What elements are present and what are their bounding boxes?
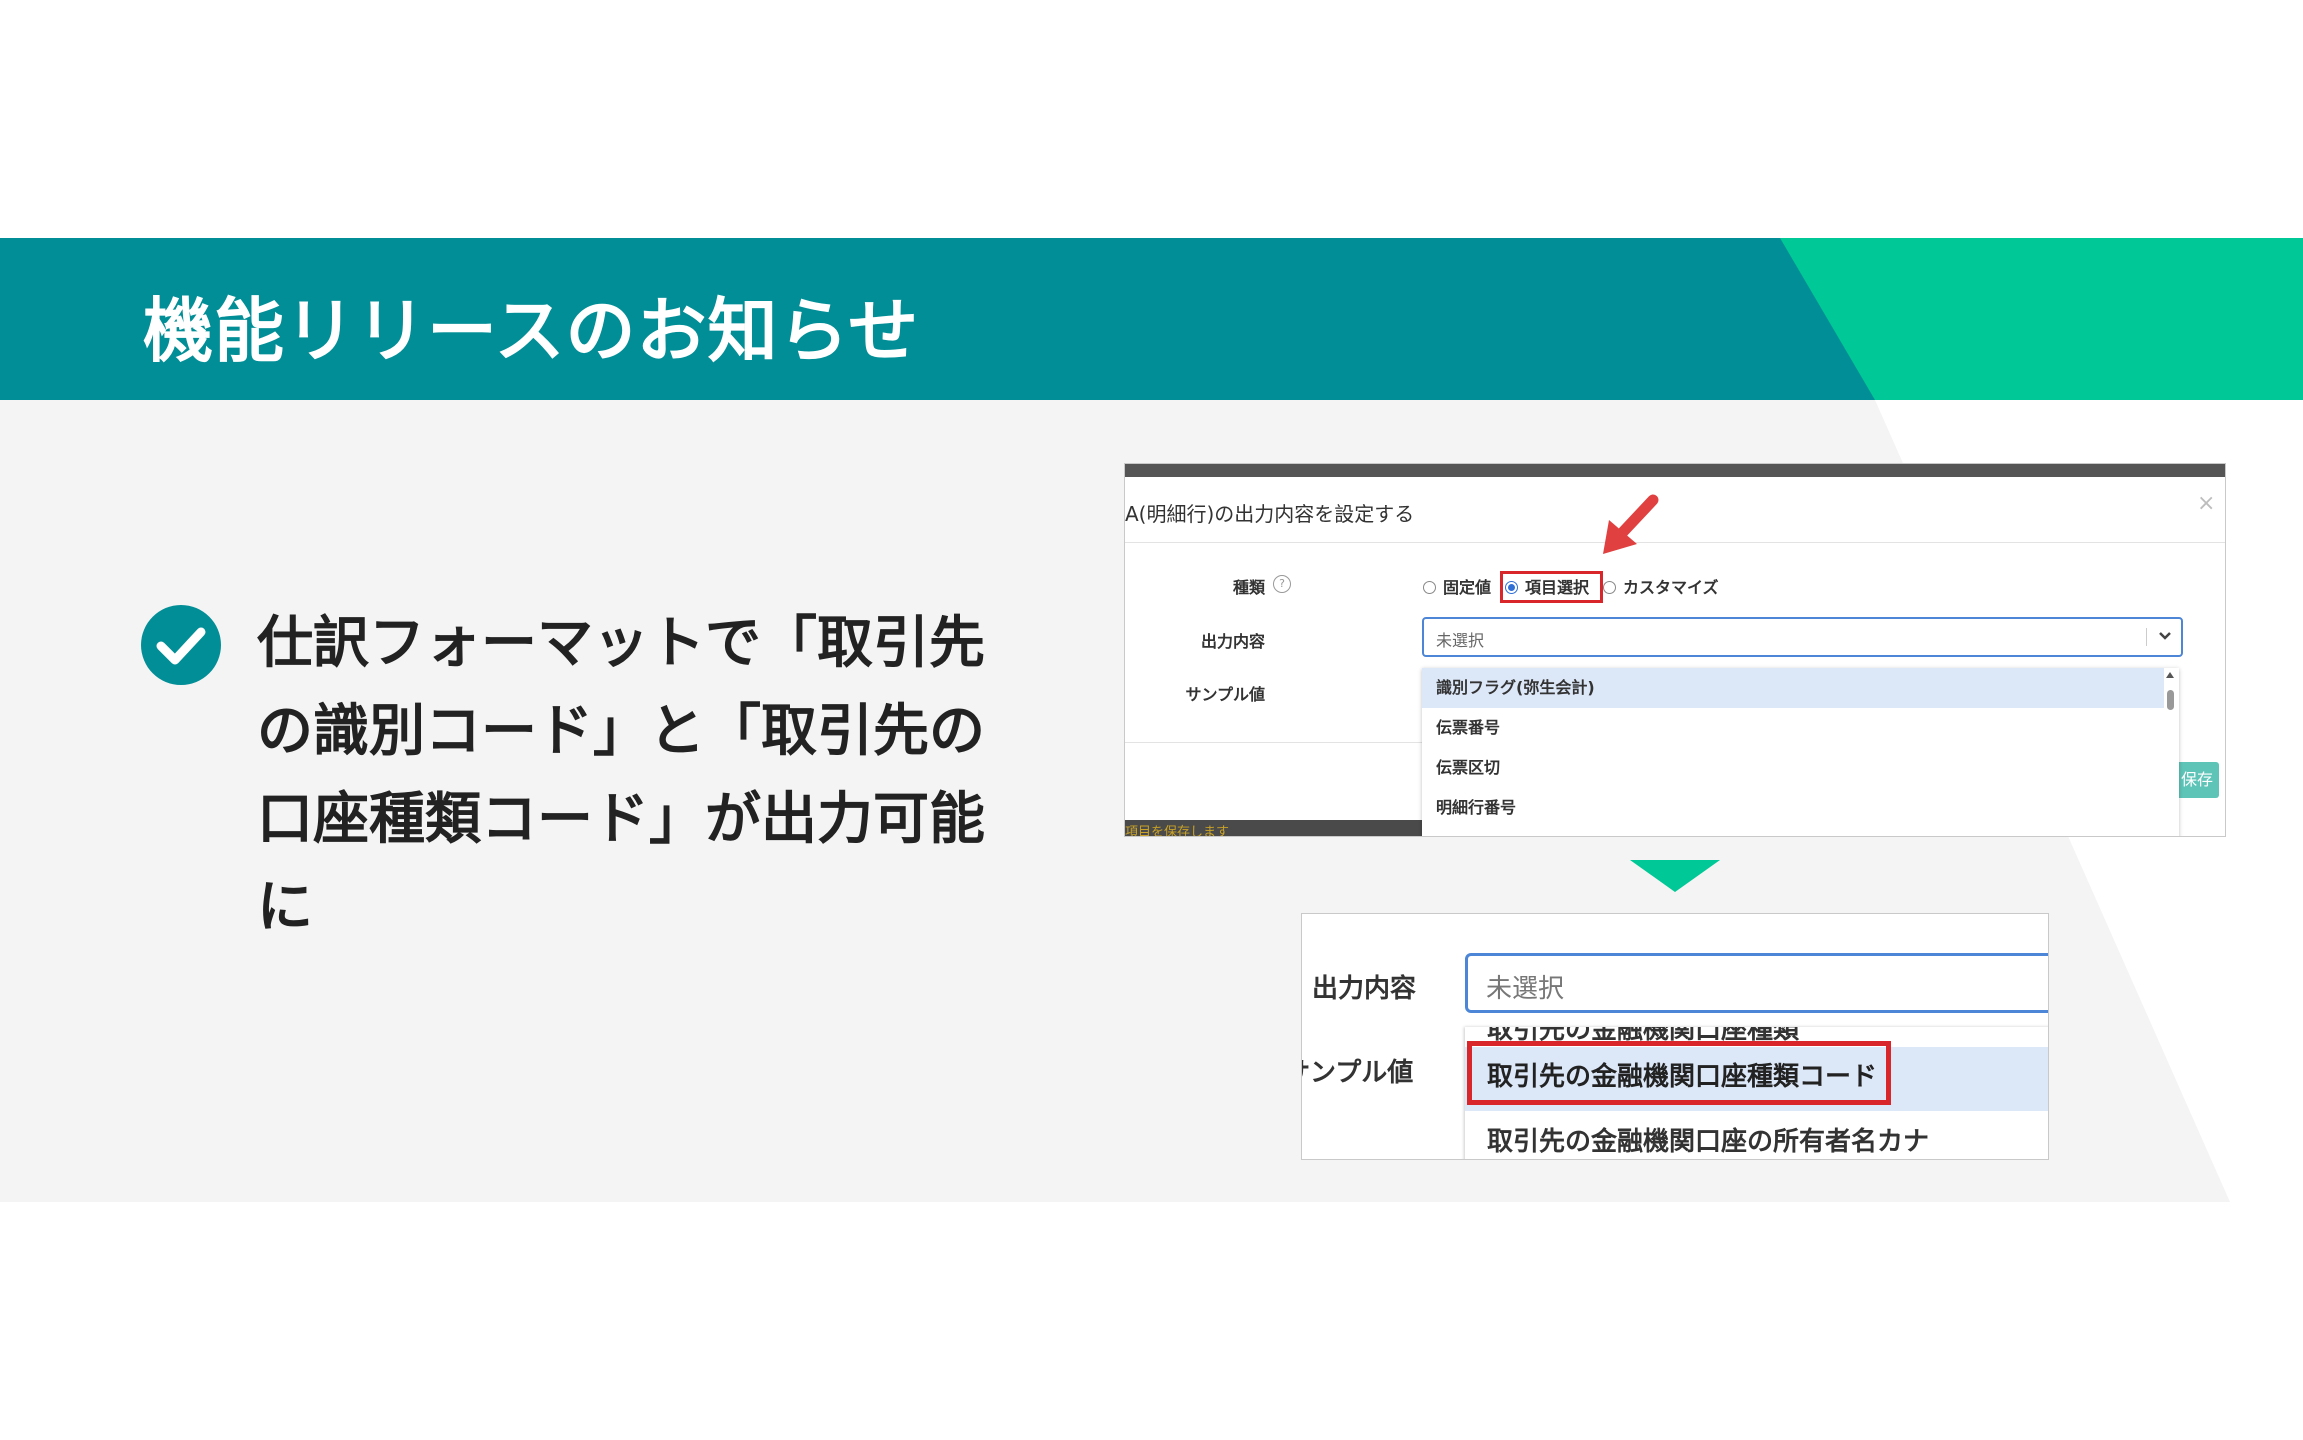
- radio-customize[interactable]: [1603, 581, 1616, 594]
- select-value: 未選択: [1436, 631, 1485, 650]
- radio-item-select[interactable]: [1505, 581, 1518, 594]
- close-icon[interactable]: ×: [2197, 491, 2215, 516]
- radio-fixed-value-label[interactable]: 固定値: [1443, 574, 1491, 598]
- down-arrow-icon: [1630, 860, 1720, 892]
- dropdown-option[interactable]: 伝票区切: [1422, 748, 2164, 788]
- zoom-output-content-label: 出力内容: [1312, 974, 1417, 1004]
- help-icon[interactable]: ?: [1273, 575, 1291, 593]
- zoom-sample-value-label: サンプル値: [1302, 1058, 1414, 1088]
- sample-value-label: サンプル値: [1185, 685, 1265, 704]
- feature-description: 仕訳フォーマットで「取引先の識別コード」と「取引先の口座種類コード」が出力可能に: [257, 611, 985, 940]
- radio-fixed-value[interactable]: [1423, 581, 1436, 594]
- output-content-select[interactable]: 未選択: [1422, 617, 2183, 657]
- dropdown-option[interactable]: 伝票番号: [1422, 708, 2164, 748]
- dropdown-option[interactable]: 取引先の金融機関口座の所有者名カナ: [1487, 1121, 1929, 1158]
- check-icon: [141, 605, 221, 685]
- zoom-options-dropdown: 取引先の金融機関口座種類 取引先の金融機関口座種類コード 取引先の金融機関口座の…: [1465, 1027, 2048, 1159]
- zoomed-dropdown-screenshot: 出力内容 サンプル値 未選択 取引先の金融機関口座種類 取引先の金融機関口座種類…: [1301, 913, 2049, 1160]
- kind-label: 種類: [1232, 578, 1265, 597]
- background-message: 項目を保存します: [1125, 825, 1230, 836]
- zoom-select-value: 未選択: [1486, 974, 1565, 1004]
- chevron-down-icon[interactable]: [2154, 625, 2176, 647]
- radio-item-select-label[interactable]: 項目選択: [1525, 574, 1589, 598]
- dropdown-option[interactable]: 識別フラグ(弥生会計): [1422, 668, 2164, 708]
- select-separator: [2146, 628, 2147, 646]
- dropdown-option[interactable]: 明細行番号: [1422, 788, 2164, 828]
- modal-divider: [1125, 542, 2225, 543]
- modal-footer-divider: [1125, 742, 1423, 743]
- output-options-dropdown: 識別フラグ(弥生会計) 伝票番号 伝票区切 明細行番号: [1422, 668, 2179, 836]
- save-button[interactable]: 保存: [2175, 762, 2219, 798]
- dropdown-option-highlighted[interactable]: 取引先の金融機関口座種類コード: [1487, 1056, 1877, 1093]
- modal-title: A(明細行)の出力内容を設定する: [1125, 502, 1415, 526]
- zoom-output-select[interactable]: 未選択: [1465, 953, 2048, 1013]
- page-title: 機能リリースのお知らせ: [143, 290, 920, 372]
- modal-top-bar: [1125, 464, 2225, 477]
- output-content-label: 出力内容: [1200, 632, 1265, 651]
- modal-screenshot: A(明細行)の出力内容を設定する × 種類 ? 固定値 項目選択 カスタマイズ …: [1125, 464, 2225, 836]
- scrollbar-thumb[interactable]: [2167, 690, 2174, 710]
- arrow-pointer-icon: [1603, 494, 1659, 554]
- radio-customize-label[interactable]: カスタマイズ: [1623, 574, 1719, 598]
